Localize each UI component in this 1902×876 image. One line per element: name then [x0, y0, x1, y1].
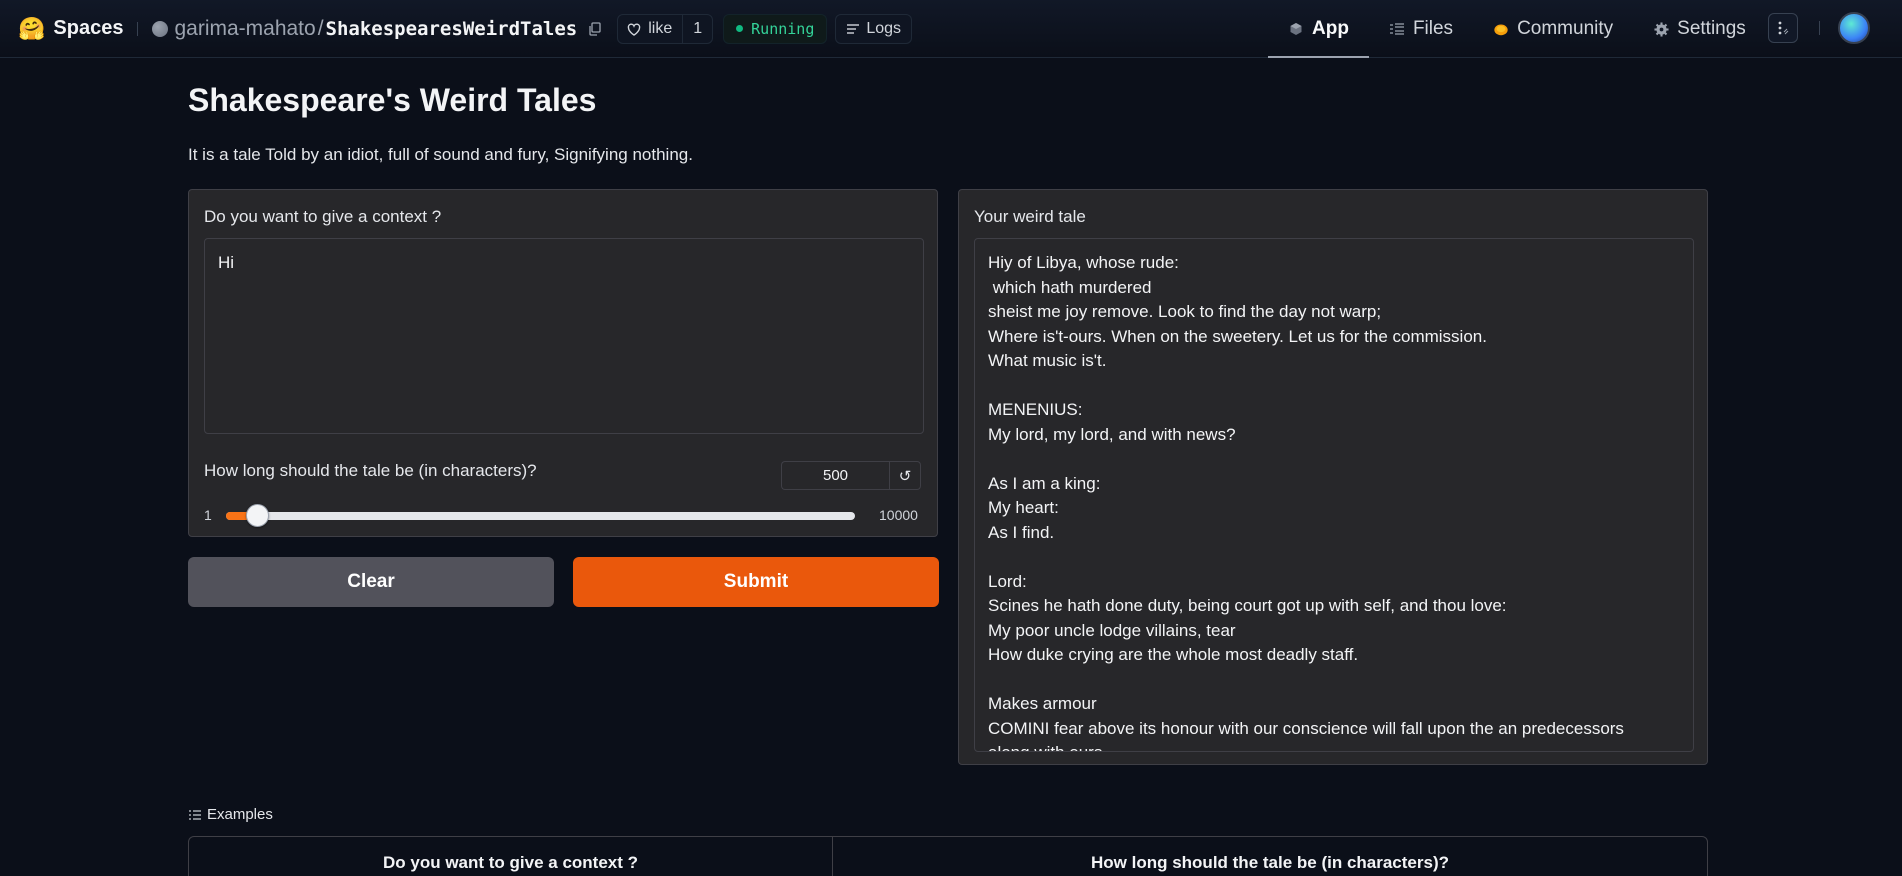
- like-label: like: [648, 19, 673, 37]
- cube-icon: [1288, 21, 1304, 37]
- logs-label: Logs: [866, 19, 902, 37]
- output-label: Your weird tale: [974, 207, 1086, 226]
- tab-label: App: [1312, 18, 1349, 39]
- status-label: Running: [751, 19, 815, 38]
- tab-app[interactable]: App: [1268, 0, 1369, 58]
- tab-files[interactable]: Files: [1369, 0, 1473, 58]
- clear-button[interactable]: Clear: [188, 557, 554, 607]
- like-button[interactable]: like 1: [617, 13, 714, 44]
- output-textarea[interactable]: Hiy of Libya, whose rude: which hath mur…: [974, 238, 1694, 752]
- logs-icon: [847, 23, 860, 34]
- examples-title: Examples: [207, 806, 273, 823]
- files-icon: [1389, 21, 1405, 37]
- brand-label: Spaces: [53, 17, 124, 39]
- tab-community[interactable]: Community: [1473, 0, 1633, 58]
- reset-button[interactable]: ↺: [889, 461, 921, 490]
- copy-icon[interactable]: [587, 21, 603, 37]
- gear-icon: [1653, 21, 1669, 37]
- status-badge[interactable]: Running: [723, 13, 828, 44]
- more-vertical-icon: [1778, 21, 1789, 35]
- reset-icon: ↺: [898, 467, 912, 485]
- user-avatar[interactable]: [1838, 12, 1870, 44]
- heart-icon: [627, 23, 641, 36]
- divider: [1819, 21, 1820, 35]
- length-label: How long should the tale be (in characte…: [204, 461, 537, 480]
- slider-min-label: 1: [204, 507, 212, 523]
- logs-button[interactable]: Logs: [835, 13, 913, 44]
- examples-label: Examples: [189, 806, 273, 823]
- tab-settings[interactable]: Settings: [1633, 0, 1766, 58]
- examples-header: How long should the tale be (in characte…: [832, 837, 1707, 876]
- owner-avatar[interactable]: [152, 20, 169, 37]
- page-description: It is a tale Told by an idiot, full of s…: [188, 145, 693, 164]
- page-title: Shakespeare's Weird Tales: [188, 82, 597, 118]
- spaces-home-link[interactable]: 🤗 Spaces: [18, 17, 123, 40]
- repo-link[interactable]: ShakespearesWeirdTales: [326, 18, 578, 40]
- context-label: Do you want to give a context ?: [204, 207, 442, 226]
- output-panel: Your weird tale Hiy of Libya, whose rude…: [958, 189, 1708, 765]
- hugging-face-logo-icon: 🤗: [18, 15, 46, 41]
- tab-label: Settings: [1677, 18, 1746, 39]
- submit-button[interactable]: Submit: [573, 557, 939, 607]
- length-number-input[interactable]: 500: [781, 461, 889, 490]
- owner-link[interactable]: garima-mahato: [174, 17, 315, 41]
- more-options-button[interactable]: [1768, 13, 1798, 43]
- path-separator: /: [317, 16, 324, 40]
- slider-max-label: 10000: [879, 507, 918, 523]
- like-count: 1: [682, 14, 712, 43]
- divider: [137, 21, 139, 36]
- top-nav: 🤗 Spaces garima-mahato / ShakespearesWei…: [0, 0, 1902, 58]
- list-icon: [189, 809, 201, 820]
- tab-label: Files: [1412, 18, 1454, 39]
- tab-label: Community: [1517, 18, 1614, 39]
- examples-header: Do you want to give a context ?: [382, 853, 639, 872]
- context-textarea[interactable]: Hi: [204, 238, 924, 434]
- space-tabs: App Files Community Settings: [1268, 0, 1766, 58]
- status-dot-icon: [736, 25, 744, 32]
- examples-table: Do you want to give a context ? How long…: [188, 836, 1708, 876]
- length-slider-track[interactable]: [226, 512, 855, 520]
- length-slider-thumb[interactable]: [245, 504, 269, 527]
- input-panel: Do you want to give a context ? Hi How l…: [188, 189, 938, 537]
- community-icon: [1493, 21, 1509, 37]
